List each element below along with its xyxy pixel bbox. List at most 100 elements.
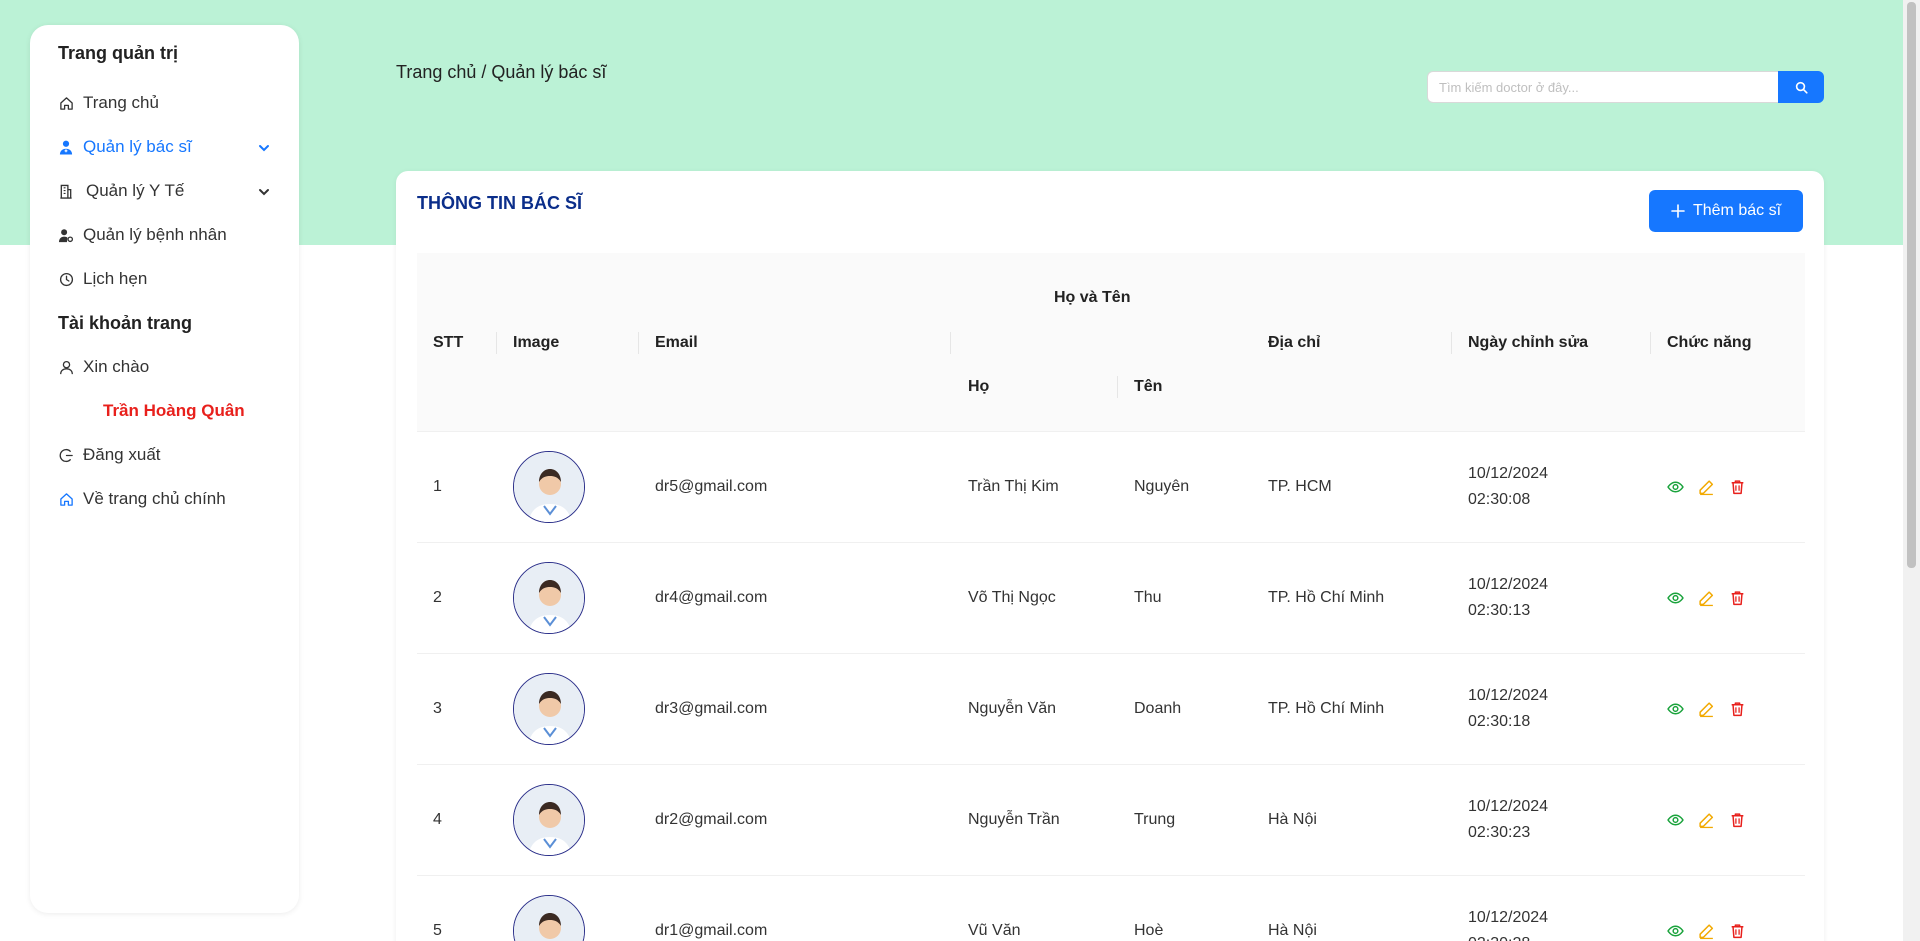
cell-address: Hà Nội: [1268, 922, 1317, 939]
chevron-down-icon: [257, 184, 271, 198]
delete-icon[interactable]: [1729, 812, 1746, 829]
cell-email: dr4@gmail.com: [655, 589, 768, 606]
search-input[interactable]: [1427, 71, 1778, 103]
header-first-name: Tên: [1134, 378, 1163, 395]
delete-icon[interactable]: [1729, 590, 1746, 607]
plus-icon: [1671, 204, 1685, 218]
sidebar-greeting: Xin chào: [30, 345, 299, 389]
cell-last-name: Nguyễn Trần: [968, 811, 1060, 828]
delete-icon[interactable]: [1729, 479, 1746, 496]
modified-date: 10/12/2024: [1468, 798, 1549, 815]
edit-icon[interactable]: [1698, 479, 1715, 496]
sidebar-item-medical[interactable]: Quản lý Y Tế: [30, 169, 299, 213]
cell-address: TP. Hồ Chí Minh: [1268, 700, 1385, 717]
cell-email: dr5@gmail.com: [655, 478, 768, 495]
header-divider: [1451, 332, 1452, 354]
edit-icon[interactable]: [1698, 812, 1715, 829]
edit-icon[interactable]: [1698, 590, 1715, 607]
header-divider: [1650, 332, 1651, 354]
view-icon[interactable]: [1667, 812, 1684, 829]
edit-icon[interactable]: [1698, 701, 1715, 718]
cell-stt: 5: [433, 922, 442, 939]
header-divider: [496, 332, 497, 354]
avatar: [513, 673, 585, 745]
sidebar-account-heading: Tài khoản trang: [58, 313, 193, 333]
sidebar-item-patients[interactable]: Quản lý bệnh nhân: [30, 213, 299, 257]
sidebar-item-label: Quản lý bác sĩ: [83, 137, 192, 156]
sidebar-item-label: Đăng xuất: [83, 445, 161, 464]
header-divider: [638, 332, 639, 354]
home-icon: [58, 491, 74, 507]
view-icon[interactable]: [1667, 590, 1684, 607]
modified-time: 02:30:18: [1468, 713, 1531, 730]
edit-icon[interactable]: [1698, 923, 1715, 940]
cell-address: Hà Nội: [1268, 811, 1317, 828]
cell-email: dr2@gmail.com: [655, 811, 768, 828]
scrollbar-thumb[interactable]: [1907, 2, 1916, 568]
home-icon: [58, 95, 74, 111]
table-row: 3 dr3@gmail.com Nguyễn Văn Doanh TP. Hồ …: [417, 654, 1805, 765]
view-icon[interactable]: [1667, 923, 1684, 940]
user-doctor-icon: [58, 139, 74, 155]
sidebar-admin-heading: Trang quản trị: [58, 43, 179, 63]
card-title: THÔNG TIN BÁC SĨ: [417, 193, 582, 213]
logout-icon: [58, 447, 74, 463]
sidebar-item-label: Lịch hẹn: [83, 269, 148, 288]
modified-time: 02:30:28: [1468, 931, 1548, 941]
modified-date: 10/12/2024: [1468, 909, 1549, 926]
header-divider: [1117, 376, 1118, 398]
cell-stt: 2: [433, 589, 442, 606]
table-row: 5 dr1@gmail.com Vũ Văn Hoè Hà Nội 10/12/…: [417, 876, 1805, 941]
chevron-down-icon: [257, 140, 271, 154]
search-button[interactable]: [1778, 71, 1824, 103]
view-icon[interactable]: [1667, 479, 1684, 496]
doctor-photo: [514, 563, 584, 633]
header-fullname-group: Họ và Tên: [1054, 289, 1131, 306]
header-stt: STT: [433, 334, 464, 351]
header-modified: Ngày chỉnh sửa: [1468, 334, 1589, 351]
cell-modified: 10/12/2024 02:30:18: [1468, 683, 1548, 735]
doctor-avatar: [513, 451, 585, 523]
sidebar-item-home[interactable]: Trang chủ: [30, 81, 299, 125]
sidebar-item-doctors[interactable]: Quản lý bác sĩ: [30, 125, 299, 169]
doctor-photo: [514, 785, 584, 855]
cell-last-name: Trần Thị Kim: [968, 478, 1059, 495]
cell-stt: 1: [433, 478, 442, 495]
add-doctor-button[interactable]: Thêm bác sĩ: [1649, 190, 1803, 232]
cell-modified: 10/12/2024 02:30:08: [1468, 461, 1548, 513]
avatar: [513, 451, 585, 523]
cell-address: TP. HCM: [1268, 478, 1332, 495]
delete-icon[interactable]: [1729, 701, 1746, 718]
row-actions: [1667, 923, 1746, 940]
breadcrumb: Trang chủ / Quản lý bác sĩ: [396, 62, 607, 82]
doctor-avatar: [513, 673, 585, 745]
page-scrollbar[interactable]: [1903, 0, 1920, 941]
cell-email: dr3@gmail.com: [655, 700, 768, 717]
sidebar-item-main-home[interactable]: Về trang chủ chính: [30, 477, 299, 521]
header-divider: [950, 332, 951, 354]
sidebar-item-label: Quản lý Y Tế: [86, 181, 185, 200]
user-name: Trần Hoàng Quân: [103, 401, 245, 420]
delete-icon[interactable]: [1729, 923, 1746, 940]
table-row: 2 dr4@gmail.com Võ Thị Ngọc Thu TP. Hồ C…: [417, 543, 1805, 654]
user-gear-icon: [58, 227, 74, 243]
cell-last-name: Võ Thị Ngọc: [968, 589, 1056, 606]
sidebar-item-appointments[interactable]: Lịch hẹn: [30, 257, 299, 301]
sidebar-item-logout[interactable]: Đăng xuất: [30, 433, 299, 477]
modified-date: 10/12/2024: [1468, 576, 1549, 593]
modified-date: 10/12/2024: [1468, 687, 1549, 704]
view-icon[interactable]: [1667, 701, 1684, 718]
building-icon: [58, 183, 74, 199]
user-icon: [58, 359, 74, 375]
table-header: Họ và Tên STT Image Email Họ Tên Địa chỉ…: [417, 253, 1805, 432]
cell-address: TP. Hồ Chí Minh: [1268, 589, 1385, 606]
header-last-name: Họ: [968, 378, 990, 395]
row-actions: [1667, 479, 1746, 496]
cell-first-name: Thu: [1134, 589, 1162, 606]
row-actions: [1667, 590, 1746, 607]
sidebar-item-label: Về trang chủ chính: [83, 489, 226, 508]
doctor-avatar: [513, 784, 585, 856]
header-email: Email: [655, 334, 698, 351]
row-actions: [1667, 701, 1746, 718]
header-actions: Chức năng: [1667, 334, 1752, 351]
